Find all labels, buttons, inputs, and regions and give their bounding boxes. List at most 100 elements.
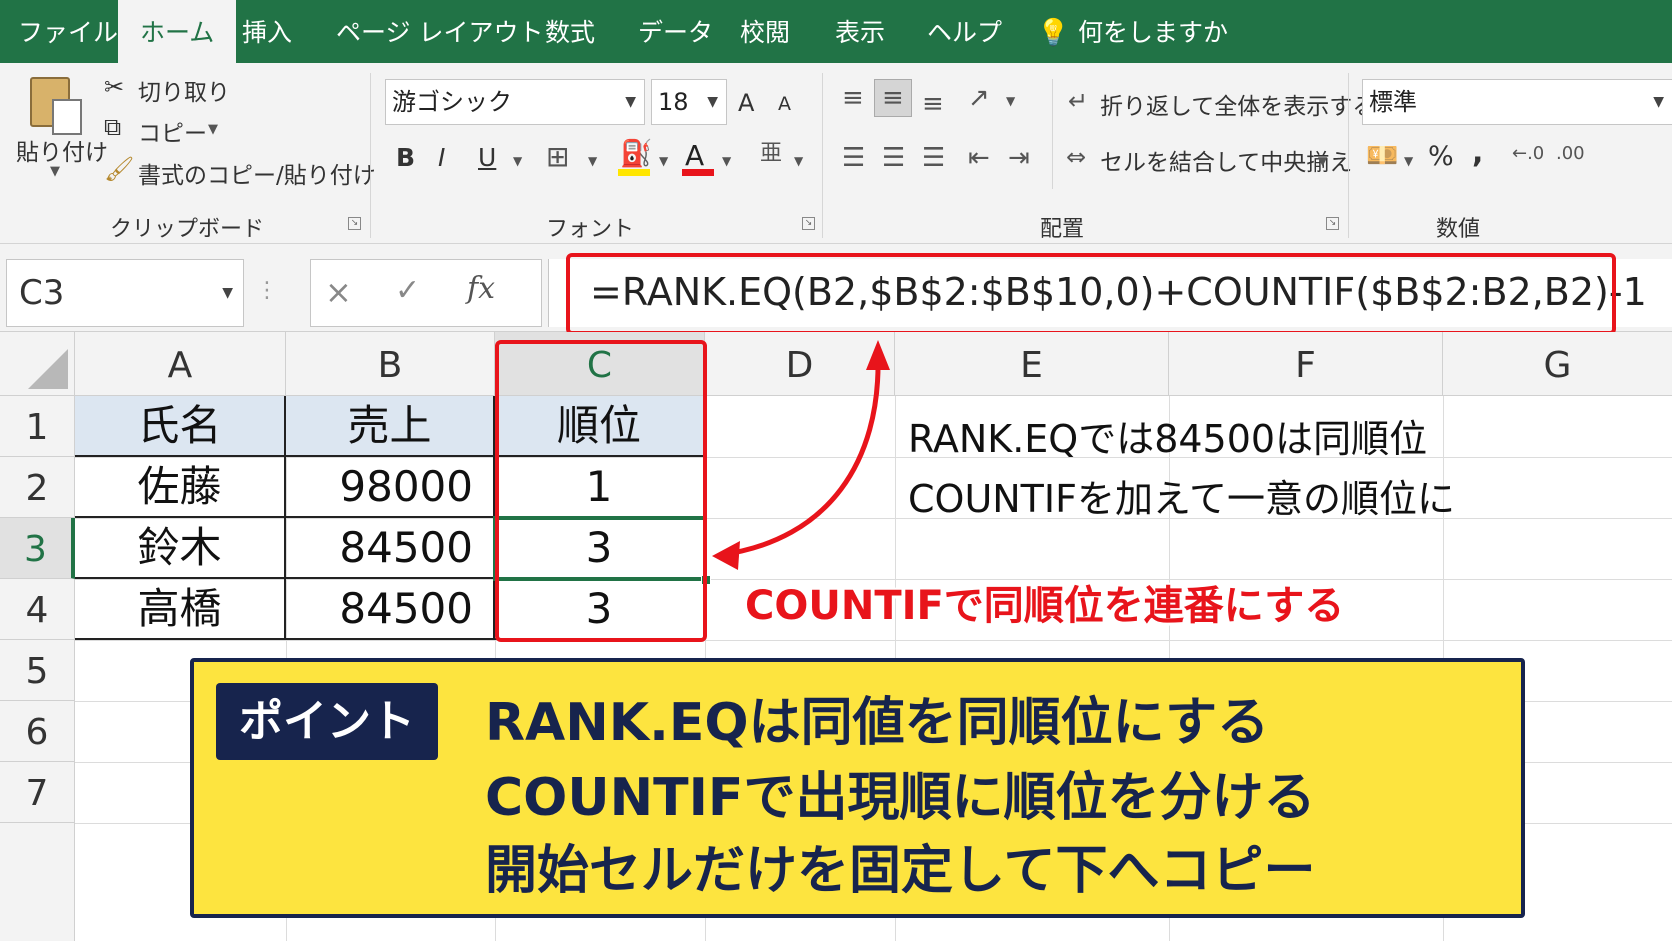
cell-b2[interactable]: 98000 xyxy=(286,457,495,518)
cell-b3[interactable]: 84500 xyxy=(286,518,495,579)
dialog-launcher-icon[interactable]: ↘ xyxy=(348,217,361,230)
column-header-d[interactable]: D xyxy=(705,332,895,396)
row-header-1[interactable]: 1 xyxy=(0,396,75,457)
dialog-launcher-icon[interactable]: ↘ xyxy=(1326,217,1339,230)
name-box[interactable]: C3 ▼ xyxy=(6,259,244,327)
enter-icon[interactable]: ✓ xyxy=(395,276,420,306)
point-line-2: COUNTIFで出現順に順位を分ける xyxy=(485,768,1316,828)
alignment-group-label: 配置 xyxy=(1040,217,1085,242)
shrink-font-button[interactable]: A xyxy=(778,93,791,115)
formula-buttons: × ✓ fx xyxy=(310,259,542,327)
tab-data[interactable]: データ xyxy=(638,0,713,63)
increase-indent-icon[interactable]: ⇥ xyxy=(1008,145,1030,171)
align-center-icon[interactable]: ☰ xyxy=(882,145,905,171)
align-bottom-icon[interactable]: ≡ xyxy=(922,91,944,117)
font-name-value: 游ゴシック xyxy=(392,88,512,116)
column-header-b[interactable]: B xyxy=(286,332,495,396)
chevron-down-icon[interactable]: ▼ xyxy=(588,155,597,167)
phonetic-guide-icon[interactable]: 亜 xyxy=(760,143,782,165)
number-format-combo[interactable]: 標準 ▼ xyxy=(1362,79,1672,125)
row-header-6[interactable]: 6 xyxy=(0,701,75,762)
row-header-8[interactable] xyxy=(0,823,75,941)
percent-button[interactable]: % xyxy=(1428,141,1454,172)
row-header-5[interactable]: 5 xyxy=(0,640,75,701)
insert-function-icon[interactable]: fx xyxy=(467,274,495,304)
tab-help[interactable]: ヘルプ xyxy=(927,0,1002,63)
currency-icon[interactable]: 💴 xyxy=(1366,143,1398,169)
annotation-text: COUNTIFで同順位を連番にする xyxy=(745,583,1345,629)
align-right-icon[interactable]: ☰ xyxy=(922,145,945,171)
cell-a2[interactable]: 佐藤 xyxy=(75,457,286,518)
orientation-icon[interactable]: ↗ xyxy=(968,85,990,111)
column-header-e[interactable]: E xyxy=(895,332,1169,396)
tab-home[interactable]: ホーム xyxy=(118,0,237,63)
decrease-indent-icon[interactable]: ⇤ xyxy=(968,145,990,171)
cell-b4[interactable]: 84500 xyxy=(286,579,495,640)
column-header-a[interactable]: A xyxy=(75,332,286,396)
tell-me-search[interactable]: 何をしますか xyxy=(1078,0,1228,63)
format-painter-button[interactable]: 書式のコピー/貼り付け xyxy=(138,156,376,190)
chevron-down-icon[interactable]: ▼ xyxy=(208,123,218,136)
group-divider xyxy=(1348,73,1349,238)
merge-center-button[interactable]: セルを結合して中央揃え xyxy=(1100,143,1352,177)
note-line-2: COUNTIFを加えて一意の順位に xyxy=(908,477,1456,521)
drag-handle-icon[interactable]: ⋮ xyxy=(256,280,278,302)
wrap-text-icon: ↵ xyxy=(1068,87,1089,115)
fill-color-icon[interactable]: ⛽ xyxy=(620,141,652,167)
row-header-4[interactable]: 4 xyxy=(0,579,75,640)
decrease-decimal-icon[interactable]: .00 xyxy=(1556,145,1585,163)
underline-button[interactable]: U xyxy=(478,143,496,172)
column-header-g[interactable]: G xyxy=(1443,332,1672,396)
tab-view[interactable]: 表示 xyxy=(835,0,885,63)
select-all-corner[interactable] xyxy=(0,332,75,396)
tab-file[interactable]: ファイル xyxy=(18,0,118,63)
align-top-icon[interactable]: ≡ xyxy=(842,85,864,111)
column-header-f[interactable]: F xyxy=(1169,332,1443,396)
chevron-down-icon: ▼ xyxy=(222,285,233,301)
lightbulb-icon: 💡 xyxy=(1037,18,1070,48)
chevron-down-icon[interactable]: ▼ xyxy=(722,155,731,167)
cell-a1[interactable]: 氏名 xyxy=(75,396,286,457)
column-c-highlight-box xyxy=(495,340,707,642)
group-divider xyxy=(822,73,823,238)
grow-font-button[interactable]: A xyxy=(738,89,754,117)
row-header-3[interactable]: 3 xyxy=(0,518,75,579)
tab-review[interactable]: 校閲 xyxy=(740,0,790,63)
note-line-1: RANK.EQでは84500は同順位 xyxy=(908,417,1428,461)
increase-decimal-icon[interactable]: ←.0 xyxy=(1512,145,1544,163)
ribbon: 貼り付け ▼ ✂ 切り取り ⧉ コピー ▼ 🖌 書式のコピー/貼り付け クリップ… xyxy=(0,63,1672,244)
font-size-value: 18 xyxy=(658,88,689,116)
tab-formulas[interactable]: 数式 xyxy=(545,0,595,63)
copy-icon: ⧉ xyxy=(104,113,122,141)
align-left-icon[interactable]: ☰ xyxy=(842,145,865,171)
italic-button[interactable]: I xyxy=(438,143,445,172)
number-group-label: 数値 xyxy=(1436,217,1481,242)
row-header-7[interactable]: 7 xyxy=(0,762,75,823)
cut-button[interactable]: 切り取り xyxy=(138,73,230,107)
chevron-down-icon[interactable]: ▼ xyxy=(659,155,668,167)
chevron-down-icon[interactable]: ▼ xyxy=(1006,95,1015,107)
chevron-down-icon[interactable]: ▼ xyxy=(1404,155,1413,167)
cancel-icon[interactable]: × xyxy=(325,276,352,308)
cell-a4[interactable]: 高橋 xyxy=(75,579,286,640)
font-size-combo[interactable]: 18 ▼ xyxy=(651,79,727,125)
font-name-combo[interactable]: 游ゴシック ▼ xyxy=(385,79,645,125)
cell-a3[interactable]: 鈴木 xyxy=(75,518,286,579)
copy-button[interactable]: コピー xyxy=(138,114,207,148)
borders-icon[interactable]: ⊞ xyxy=(546,143,569,171)
cell-b1[interactable]: 売上 xyxy=(286,396,495,457)
dialog-launcher-icon[interactable]: ↘ xyxy=(802,217,815,230)
font-color-swatch xyxy=(682,169,714,176)
chevron-down-icon[interactable]: ▼ xyxy=(1318,155,1327,167)
wrap-text-button[interactable]: 折り返して全体を表示する xyxy=(1100,87,1375,121)
row-header-2[interactable]: 2 xyxy=(0,457,75,518)
bold-button[interactable]: B xyxy=(396,143,415,172)
tab-insert[interactable]: 挿入 xyxy=(242,0,292,63)
comma-button[interactable]: , xyxy=(1472,135,1483,170)
group-divider xyxy=(1052,79,1053,189)
chevron-down-icon[interactable]: ▼ xyxy=(513,155,522,167)
tab-page-layout[interactable]: ページ レイアウト xyxy=(336,0,543,63)
excel-window: ファイル ホーム 挿入 ページ レイアウト 数式 データ 校閲 表示 ヘルプ 💡… xyxy=(0,0,1672,941)
font-color-button[interactable]: A xyxy=(685,139,704,172)
chevron-down-icon[interactable]: ▼ xyxy=(794,155,803,167)
